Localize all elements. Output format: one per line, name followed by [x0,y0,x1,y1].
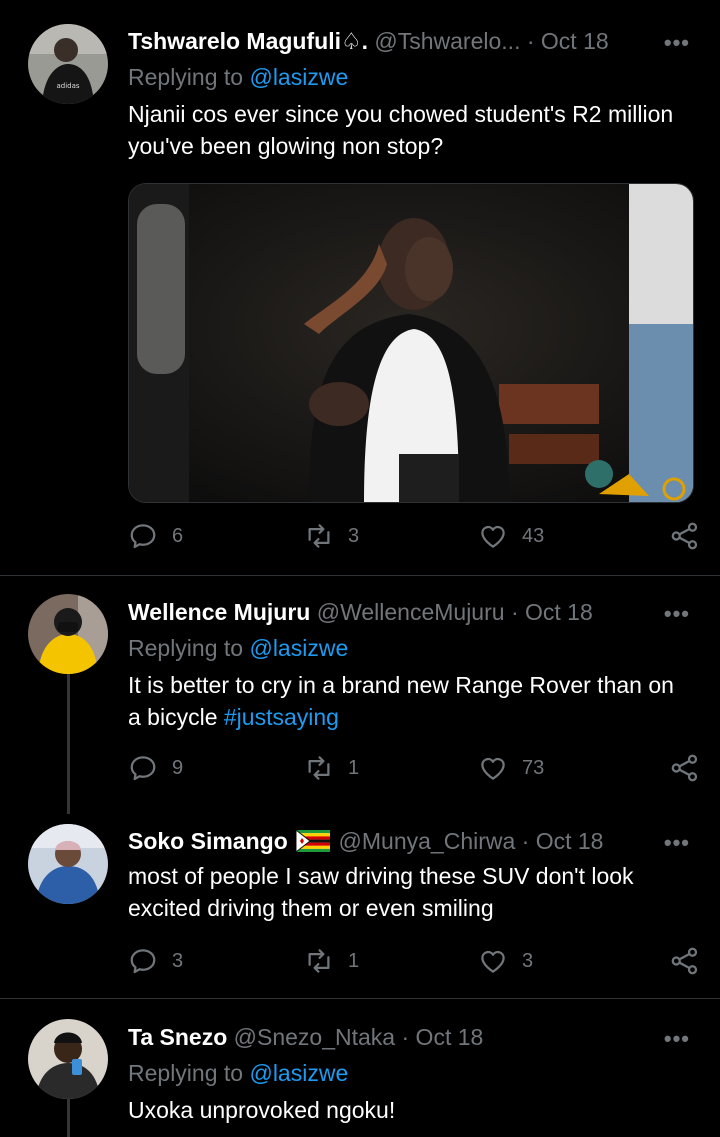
avatar[interactable]: adidas [28,24,108,104]
timestamp[interactable]: · Oct 18 [511,599,593,625]
svg-text:adidas: adidas [56,82,79,90]
timestamp[interactable]: · Oct 18 [402,1024,484,1050]
display-name[interactable]: Ta Snezo [128,1024,227,1050]
name-suffix: ♤. [340,28,368,54]
tweet-header: Soko Simango @Munya_Chirwa · Oct 18 [128,828,640,855]
share-icon [670,521,700,551]
tweet-text: Njanii cos ever since you chowed student… [128,101,674,159]
display-name[interactable]: Soko Simango [128,828,288,854]
like-button[interactable]: 43 [478,521,544,551]
like-icon [478,521,508,551]
thread-line [67,674,70,814]
reply-icon [128,753,158,783]
display-name[interactable]: Tshwarelo Magufuli [128,28,341,54]
reply-count: 3 [172,949,184,972]
retweet-count: 1 [348,949,360,972]
tweet-3[interactable]: Soko Simango @Munya_Chirwa · Oct 18 ••• … [0,800,720,998]
reply-count: 9 [172,756,184,779]
like-count: 73 [522,756,545,779]
more-icon[interactable]: ••• [664,30,690,56]
tweet-media-image[interactable] [128,183,694,503]
tweet-actions: 9 1 73 [128,753,700,787]
tweet-header: Wellence Mujuru @WellenceMujuru · Oct 18 [128,599,640,626]
replying-handle-link[interactable]: @lasizwe [249,64,348,90]
hashtag-link[interactable]: #justsaying [224,704,339,730]
reply-button[interactable]: 9 [128,753,183,783]
tweet-actions: 6 3 43 [128,521,700,555]
like-button[interactable]: 3 [478,946,533,976]
share-icon [670,753,700,783]
replying-prefix: Replying to [128,635,244,661]
share-button[interactable] [670,753,700,788]
retweet-icon [304,753,334,783]
reply-icon [128,521,158,551]
handle[interactable]: @Tshwarelo... [374,28,520,54]
retweet-count: 3 [348,524,360,547]
share-icon [670,946,700,976]
avatar[interactable] [28,594,108,674]
tweet-text: It is better to cry in a brand new Range… [128,669,688,733]
share-button[interactable] [670,521,700,556]
replying-to: Replying to @lasizwe [128,1060,348,1087]
replying-to: Replying to @lasizwe [128,635,348,662]
like-icon [478,753,508,783]
retweet-icon [304,946,334,976]
replying-prefix: Replying to [128,1060,244,1086]
thread-line [67,1097,70,1137]
like-button[interactable]: 73 [478,753,544,783]
retweet-icon [304,521,334,551]
like-icon [478,946,508,976]
replying-prefix: Replying to [128,64,244,90]
tweet-text: Uxoka unprovoked ngoku! [128,1097,396,1123]
like-count: 3 [522,949,534,972]
display-name[interactable]: Wellence Mujuru [128,599,310,625]
tweet-text: most of people I saw driving these SUV d… [128,863,634,921]
timestamp[interactable]: · Oct 18 [527,28,609,54]
tweet-1[interactable]: adidas Tshwarelo Magufuli♤. @Tshwarelo..… [0,0,720,575]
timestamp[interactable]: · Oct 18 [522,828,604,854]
retweet-button[interactable]: 1 [304,946,359,976]
retweet-button[interactable]: 1 [304,753,359,783]
retweet-button[interactable]: 3 [304,521,359,551]
avatar[interactable] [28,824,108,904]
like-count: 43 [522,524,545,547]
more-icon[interactable]: ••• [664,830,690,856]
share-button[interactable] [670,946,700,981]
reply-button[interactable]: 3 [128,946,183,976]
handle[interactable]: @Munya_Chirwa [339,828,516,854]
replying-handle-link[interactable]: @lasizwe [249,1060,348,1086]
replying-handle-link[interactable]: @lasizwe [249,635,348,661]
reply-count: 6 [172,524,184,547]
more-icon[interactable]: ••• [664,601,690,627]
tweet-actions: 3 1 3 [128,946,700,980]
reply-button[interactable]: 6 [128,521,183,551]
reply-icon [128,946,158,976]
tweet-4[interactable]: Ta Snezo @Snezo_Ntaka · Oct 18 ••• Reply… [0,999,720,1137]
zimbabwe-flag-icon [296,830,331,852]
more-icon[interactable]: ••• [664,1026,690,1052]
replying-to: Replying to @lasizwe [128,64,348,91]
handle[interactable]: @Snezo_Ntaka [234,1024,395,1050]
tweet-2[interactable]: Wellence Mujuru @WellenceMujuru · Oct 18… [0,576,720,814]
tweet-text-body: It is better to cry in a brand new Range… [128,672,674,730]
tweet-header: Tshwarelo Magufuli♤. @Tshwarelo... · Oct… [128,28,640,55]
retweet-count: 1 [348,756,360,779]
tweet-header: Ta Snezo @Snezo_Ntaka · Oct 18 [128,1024,640,1051]
avatar[interactable] [28,1019,108,1099]
handle[interactable]: @WellenceMujuru [317,599,505,625]
